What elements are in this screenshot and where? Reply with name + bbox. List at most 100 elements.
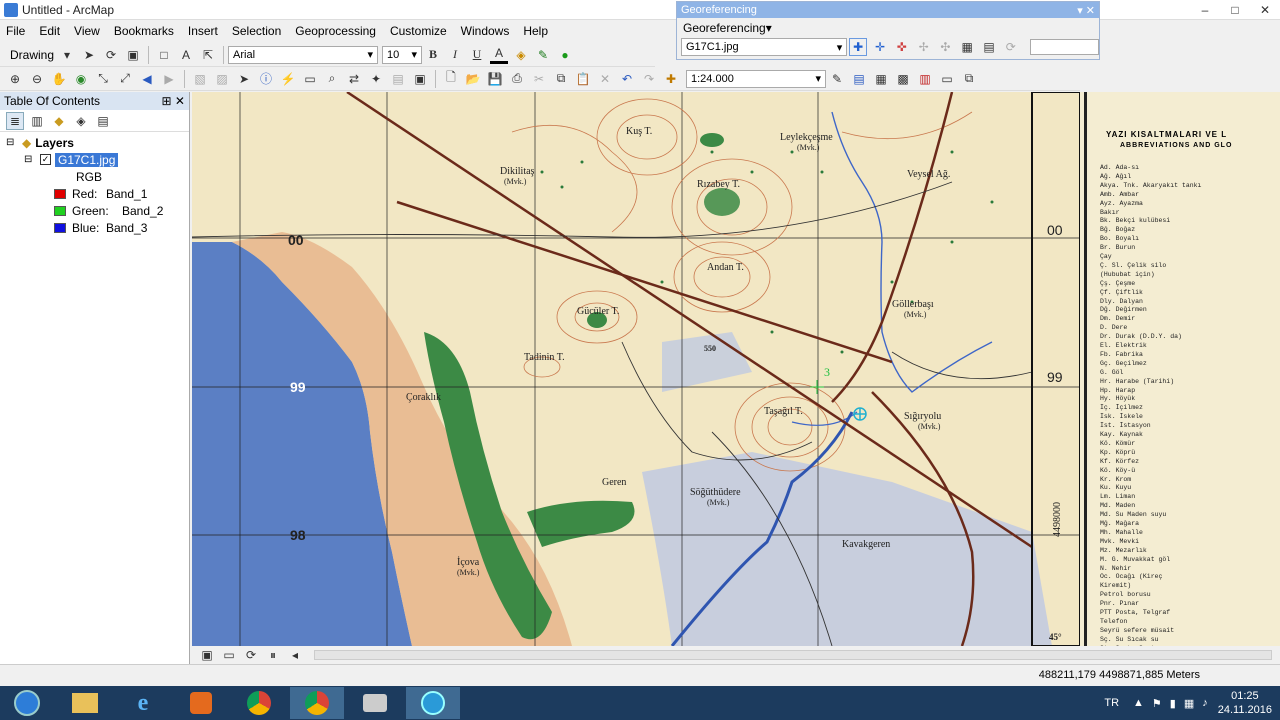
toc-pin-close-icon[interactable]: ⊞ ✕ (162, 94, 185, 108)
bold-button[interactable]: B (424, 46, 442, 64)
view-link-table-icon[interactable]: ▦ (958, 38, 976, 56)
clear-selection-icon[interactable]: ▨ (213, 70, 231, 88)
language-indicator[interactable]: TR (1104, 697, 1119, 709)
flag-icon[interactable]: ⚑ (1152, 697, 1162, 710)
paste-icon[interactable]: 📋 (574, 70, 592, 88)
catalog-icon[interactable]: ▦ (872, 70, 890, 88)
copy-icon[interactable]: ⧉ (552, 70, 570, 88)
maximize-button[interactable]: □ (1220, 0, 1250, 20)
line-color-icon[interactable]: ✎ (534, 46, 552, 64)
rotate-icon[interactable]: ⟳ (102, 46, 120, 64)
menu-help[interactable]: Help (523, 24, 548, 38)
tray-expand-icon[interactable]: ▲ (1133, 697, 1144, 709)
map-scale-select[interactable]: 1:24.000 ▾ (686, 69, 826, 88)
redo-icon[interactable]: ↷ (640, 70, 658, 88)
html-popup-icon[interactable]: ▭ (301, 70, 319, 88)
hyperlink-icon[interactable]: ⚡ (279, 70, 297, 88)
font-size-select[interactable]: 10 ▾ (382, 45, 423, 64)
list-by-visibility-icon[interactable]: ◆ (50, 112, 68, 130)
refresh-icon[interactable]: ⟳ (1002, 38, 1020, 56)
band-row-blue[interactable]: Blue: Band_3 (6, 219, 189, 236)
drawing-dropdown-icon[interactable]: ▾ (58, 46, 76, 64)
add-data-icon[interactable]: ✚ (662, 70, 680, 88)
rectangle-icon[interactable]: □ (155, 46, 173, 64)
go-to-xy-icon[interactable]: ✦ (367, 70, 385, 88)
georef-menu[interactable]: Georeferencing ▾ (677, 18, 1099, 38)
add-control-points-icon[interactable]: ✚ (849, 38, 868, 56)
arctoolbox-icon[interactable]: ▥ (916, 70, 934, 88)
delete-link-icon[interactable]: ✢ (915, 38, 933, 56)
editor-toolbar-icon[interactable]: ✎ (828, 70, 846, 88)
horizontal-scrollbar[interactable] (314, 650, 1272, 660)
georef-close-icon[interactable]: ▾ ✕ (1077, 4, 1099, 17)
forward-extent-icon[interactable]: ▶ (160, 70, 178, 88)
toc-options-icon[interactable]: ▤ (94, 112, 112, 130)
open-icon[interactable]: 📂 (464, 70, 482, 88)
print-icon[interactable]: ⎙ (508, 70, 526, 88)
underline-button[interactable]: U (468, 46, 486, 64)
cut-icon[interactable]: ✂ (530, 70, 548, 88)
layer-collapse-icon[interactable]: ⊟ (24, 154, 36, 165)
zoom-whole-page-icon[interactable]: ▣ (124, 46, 142, 64)
georef-input[interactable] (1029, 39, 1099, 55)
zoom-to-link-icon[interactable]: ✜ (893, 38, 911, 56)
link-table-icon[interactable]: ▤ (980, 38, 998, 56)
search-window-icon[interactable]: ▩ (894, 70, 912, 88)
menu-selection[interactable]: Selection (232, 24, 281, 38)
select-link-icon[interactable]: ✛ (871, 38, 889, 56)
taskbar-chrome-1[interactable] (232, 687, 286, 719)
collapse-icon[interactable]: ⊟ (6, 137, 18, 148)
full-extent-icon[interactable]: ◉ (72, 70, 90, 88)
time-slider-icon[interactable]: ▣ (411, 70, 429, 88)
menu-windows[interactable]: Windows (461, 24, 510, 38)
font-color-button[interactable]: A (490, 46, 509, 64)
font-select[interactable]: Arial ▾ (228, 45, 379, 64)
start-button[interactable] (0, 687, 54, 719)
menu-file[interactable]: File (6, 24, 25, 38)
new-document-icon[interactable]: 🗋 (442, 70, 460, 88)
list-by-source-icon[interactable]: ▥ (28, 112, 46, 130)
control-point-marker[interactable] (853, 407, 867, 421)
zoom-out-icon[interactable]: ⊖ (28, 70, 46, 88)
band-row-green[interactable]: Green: Band_2 (6, 202, 189, 219)
drawing-menu[interactable]: Drawing (10, 48, 54, 62)
taskbar-media[interactable] (174, 687, 228, 719)
layers-group-row[interactable]: ⊟ ◆ Layers (6, 134, 189, 151)
new-text-icon[interactable]: A (177, 46, 195, 64)
menu-insert[interactable]: Insert (188, 24, 218, 38)
taskbar-camera[interactable] (348, 687, 402, 719)
fixed-zoom-in-icon[interactable]: ⤡ (94, 70, 112, 88)
text-options-icon[interactable]: ⇱ (199, 46, 217, 64)
layer-row[interactable]: ⊟ ✓ G17C1.jpg (6, 151, 189, 168)
volume-icon[interactable]: ♪ (1202, 697, 1208, 709)
undo-icon[interactable]: ↶ (618, 70, 636, 88)
taskbar-ie[interactable]: e (116, 687, 170, 719)
menu-bookmarks[interactable]: Bookmarks (114, 24, 174, 38)
band-row-red[interactable]: Red: Band_1 (6, 185, 189, 202)
taskbar-arcmap[interactable] (406, 687, 460, 719)
measure-icon[interactable]: ▤ (389, 70, 407, 88)
minimize-button[interactable]: – (1190, 0, 1220, 20)
table-of-contents-icon[interactable]: ▤ (850, 70, 868, 88)
zoom-in-icon[interactable]: ⊕ (6, 70, 24, 88)
fill-color-icon[interactable]: ◈ (512, 46, 530, 64)
delete-icon[interactable]: ✕ (596, 70, 614, 88)
select-features-icon[interactable]: ▧ (191, 70, 209, 88)
close-button[interactable]: ✕ (1250, 0, 1280, 20)
taskbar-explorer[interactable] (58, 687, 112, 719)
list-by-selection-icon[interactable]: ◈ (72, 112, 90, 130)
python-window-icon[interactable]: ▭ (938, 70, 956, 88)
battery-icon[interactable]: ▮ (1170, 697, 1176, 710)
georef-layer-select[interactable]: G17C1.jpg ▾ (681, 38, 848, 56)
model-builder-icon[interactable]: ⧉ (960, 70, 978, 88)
data-view-icon[interactable]: ▣ (198, 646, 216, 664)
pan-icon[interactable]: ✋ (50, 70, 68, 88)
fixed-zoom-out-icon[interactable]: ⤢ (116, 70, 134, 88)
network-icon[interactable]: ▦ (1184, 697, 1194, 710)
italic-button[interactable]: I (446, 46, 464, 64)
menu-geoprocessing[interactable]: Geoprocessing (295, 24, 376, 38)
layout-view-icon[interactable]: ▭ (220, 646, 238, 664)
marker-color-icon[interactable]: ● (556, 46, 574, 64)
rotate-link-icon[interactable]: ✣ (937, 38, 955, 56)
back-extent-icon[interactable]: ◀ (138, 70, 156, 88)
